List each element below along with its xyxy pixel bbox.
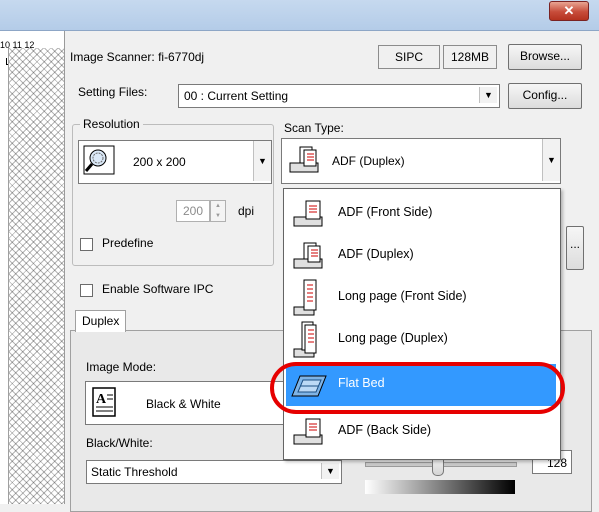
black-white-label: Black/White: — [86, 436, 153, 450]
resolution-spinner[interactable]: ▲ ▼ — [210, 200, 226, 222]
option-label: ADF (Back Side) — [338, 423, 432, 437]
dpi-label: dpi — [238, 204, 255, 218]
close-button[interactable]: ✕ — [549, 1, 589, 21]
title-bar — [0, 0, 599, 31]
tab-duplex[interactable]: Duplex — [75, 310, 127, 332]
svg-text:A: A — [96, 392, 107, 407]
panel-divider — [64, 31, 65, 504]
scan-type-option-long-page-front[interactable]: Long page (Front Side) — [286, 277, 556, 319]
enable-software-ipc-checkbox[interactable] — [80, 284, 93, 297]
resolution-value: 200 x 200 — [133, 155, 186, 169]
scan-type-dropdown-list: ADF (Front Side) ADF (Duplex) Long page … — [283, 188, 561, 460]
setting-files-value: 00 : Current Setting — [184, 89, 289, 103]
option-label: Long page (Duplex) — [338, 331, 448, 345]
chevron-down-icon: ▼ — [321, 463, 339, 479]
black-white-select[interactable]: Static Threshold ▼ — [86, 460, 342, 484]
chevron-down-icon: ▼ — [542, 139, 560, 181]
scanner-label: Image Scanner: fi-6770dj — [70, 50, 205, 64]
scan-type-option-adf-back[interactable]: ADF (Back Side) — [286, 411, 556, 453]
setting-files-select[interactable]: 00 : Current Setting ▼ — [178, 84, 500, 108]
scan-type-value: ADF (Duplex) — [332, 154, 405, 168]
chevron-down-icon: ▼ — [479, 87, 497, 103]
sipc-indicator: SIPC — [378, 45, 440, 69]
adf-duplex-icon — [293, 242, 323, 269]
scan-type-select[interactable]: ADF (Duplex) ▼ — [281, 138, 561, 184]
option-label: Long page (Front Side) — [338, 289, 467, 303]
scan-type-option-adf-duplex[interactable]: ADF (Duplex) — [286, 235, 556, 277]
setting-files-label: Setting Files: — [78, 85, 148, 99]
image-mode-select[interactable]: A Black & White — [85, 381, 287, 425]
config-button[interactable]: Config... — [508, 83, 582, 109]
preview-hatch-pattern — [8, 48, 65, 504]
predefine-label: Predefine — [102, 236, 154, 250]
adf-back-side-icon — [293, 418, 323, 445]
adf-duplex-icon — [289, 146, 319, 173]
scan-type-option-adf-front[interactable]: ADF (Front Side) — [286, 193, 556, 235]
predefine-checkbox[interactable] — [80, 238, 93, 251]
scan-type-label: Scan Type: — [284, 121, 344, 135]
memory-indicator: 128MB — [443, 45, 497, 69]
resolution-custom-input[interactable]: 200 — [176, 200, 210, 222]
threshold-gradient-bar — [365, 480, 515, 494]
document-text-icon: A — [92, 387, 116, 417]
browse-button[interactable]: Browse... — [508, 44, 582, 70]
long-page-duplex-icon — [293, 321, 317, 358]
black-white-value: Static Threshold — [91, 465, 178, 479]
image-mode-value: Black & White — [146, 397, 221, 411]
magnifier-icon — [83, 145, 115, 175]
option-label: ADF (Duplex) — [338, 247, 414, 261]
option-label: ADF (Front Side) — [338, 205, 433, 219]
scan-type-option-long-page-duplex[interactable]: Long page (Duplex) — [286, 319, 556, 361]
scanner-model: fi-6770dj — [158, 50, 205, 64]
image-mode-label: Image Mode: — [86, 360, 157, 374]
enable-software-ipc-label: Enable Software IPC — [102, 282, 214, 296]
resolution-select[interactable]: 200 x 200 ▼ — [78, 140, 272, 184]
long-page-front-icon — [293, 279, 317, 316]
resolution-legend: Resolution — [80, 117, 143, 131]
chevron-down-icon: ▼ — [253, 141, 271, 181]
annotation-highlight-ring — [270, 362, 565, 414]
more-button[interactable]: ... — [566, 226, 584, 270]
adf-front-side-icon — [293, 200, 323, 227]
close-icon: ✕ — [563, 3, 575, 18]
